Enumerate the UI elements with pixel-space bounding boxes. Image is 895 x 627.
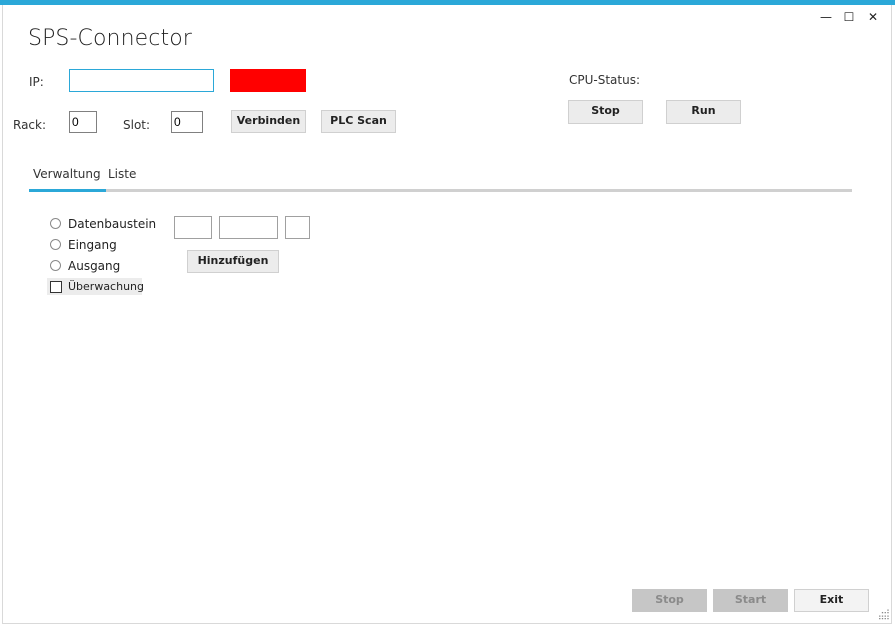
radio-datenbaustein-label: Datenbaustein (68, 217, 157, 231)
rack-label: Rack: (13, 118, 47, 132)
footer-stop-button[interactable]: Stop (632, 589, 707, 612)
connect-button[interactable]: Verbinden (231, 110, 306, 133)
rack-input[interactable] (69, 111, 97, 133)
slot-input[interactable] (171, 111, 203, 133)
ip-label: IP: (29, 75, 44, 89)
monitor-checkbox-label: Überwachung (68, 280, 145, 293)
bit-input[interactable] (285, 216, 310, 239)
radio-ausgang[interactable] (50, 260, 61, 271)
tab-liste[interactable]: Liste (108, 167, 136, 181)
plc-scan-button[interactable]: PLC Scan (321, 110, 396, 133)
db-number-input[interactable] (174, 216, 212, 239)
tab-strip-underline (29, 189, 852, 192)
cpu-status-label: CPU-Status: (569, 73, 641, 87)
connection-status-indicator (230, 69, 306, 92)
ip-input[interactable] (69, 69, 214, 92)
maximize-button[interactable]: ☐ (840, 8, 858, 26)
exit-button[interactable]: Exit (794, 589, 869, 612)
resize-grip-icon[interactable]: ⠠⠴ ⠶⠶ (878, 608, 890, 623)
add-button[interactable]: Hinzufügen (187, 250, 279, 273)
app-title: SPS-Connector (28, 26, 192, 51)
address-input[interactable] (219, 216, 278, 239)
radio-eingang[interactable] (50, 239, 61, 250)
active-tab-indicator (29, 189, 106, 192)
cpu-stop-button[interactable]: Stop (568, 100, 643, 124)
cpu-run-button[interactable]: Run (666, 100, 741, 124)
main-window (2, 5, 892, 624)
radio-eingang-label: Eingang (68, 238, 117, 252)
tab-verwaltung[interactable]: Verwaltung (33, 167, 101, 181)
close-button[interactable]: ✕ (864, 8, 882, 26)
footer-start-button[interactable]: Start (713, 589, 788, 612)
radio-datenbaustein[interactable] (50, 218, 61, 229)
monitor-checkbox[interactable] (50, 281, 62, 293)
minimize-button[interactable]: — (817, 8, 835, 26)
radio-ausgang-label: Ausgang (68, 259, 121, 273)
slot-label: Slot: (123, 118, 151, 132)
